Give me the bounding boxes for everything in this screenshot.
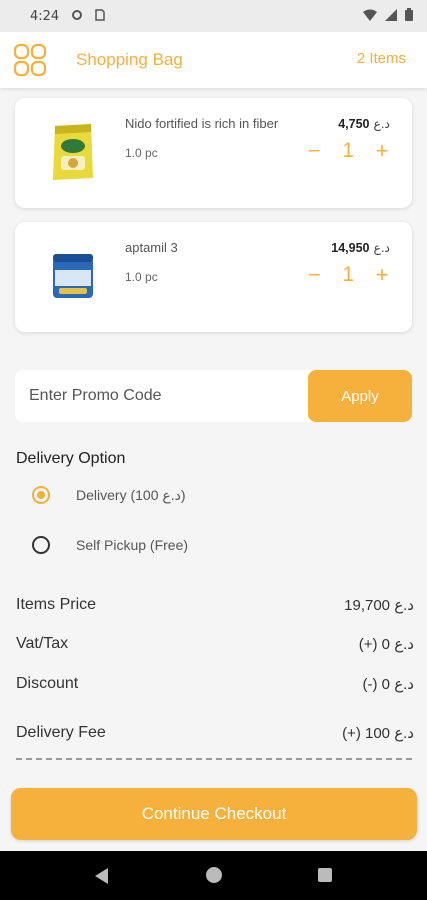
decrement-button[interactable]: −	[306, 138, 322, 164]
quantity-value: 1	[342, 139, 354, 162]
delivery-option-label: Self Pickup (Free)	[76, 537, 189, 553]
continue-checkout-button[interactable]: Continue Checkout	[11, 788, 417, 840]
discount-label: Discount	[16, 675, 79, 692]
system-nav-bar	[0, 851, 427, 900]
back-icon[interactable]	[95, 868, 108, 884]
summary-divider	[16, 758, 412, 760]
product-name: aptamil 3	[125, 240, 178, 255]
product-price: 14,950 د.ع	[331, 241, 390, 255]
promo-code-input[interactable]	[15, 370, 308, 422]
cart-item-card: aptamil 3 1.0 pc 14,950 د.ع − 1 +	[15, 222, 412, 332]
item-count: 2 Items	[356, 50, 406, 67]
quantity-stepper: − 1 +	[306, 138, 390, 164]
product-name: Nido fortified is rich in fiber	[125, 116, 279, 131]
increment-button[interactable]: +	[374, 262, 390, 288]
page-title: Shopping Bag	[76, 50, 183, 69]
apply-button[interactable]: Apply	[308, 370, 412, 422]
wifi-icon	[363, 8, 377, 24]
cart-item-card: Nido fortified is rich in fiber 1.0 pc 4…	[15, 98, 412, 208]
home-icon[interactable]	[206, 867, 222, 883]
radio-selected-icon[interactable]	[32, 486, 50, 504]
sim-icon	[95, 8, 105, 24]
quantity-stepper: − 1 +	[306, 262, 390, 288]
discount-row: Discount (-) 0 د.ع	[16, 675, 414, 693]
discount-value: (-) 0 د.ع	[362, 676, 414, 693]
radio-unselected-icon[interactable]	[32, 536, 50, 554]
status-time: 4:24	[30, 8, 60, 24]
decrement-button[interactable]: −	[306, 262, 322, 288]
delivery-option-self-pickup[interactable]: Self Pickup (Free)	[32, 536, 188, 554]
vat-label: Vat/Tax	[16, 635, 69, 652]
settings-icon	[71, 9, 83, 24]
product-price: 4,750 د.ع	[338, 117, 390, 131]
vat-row: Vat/Tax (+) 0 د.ع	[16, 635, 414, 653]
delivery-option-delivery[interactable]: Delivery (100 د.ع)	[32, 486, 186, 504]
product-unit: 1.0 pc	[125, 146, 158, 160]
app-bar: Shopping Bag 2 Items	[0, 32, 427, 88]
signal-icon	[385, 8, 397, 24]
promo-code-box: Apply	[15, 370, 412, 422]
delivery-option-label: Delivery (100 د.ع)	[76, 486, 186, 503]
items-price-value: 19,700 د.ع	[344, 597, 414, 614]
increment-button[interactable]: +	[374, 138, 390, 164]
cart-content[interactable]: Nido fortified is rich in fiber 1.0 pc 4…	[0, 88, 427, 770]
product-unit: 1.0 pc	[125, 270, 158, 284]
items-price-row: Items Price 19,700 د.ع	[16, 596, 414, 614]
vat-value: (+) 0 د.ع	[358, 636, 414, 653]
status-bar: 4:24	[0, 0, 427, 32]
quantity-value: 1	[342, 263, 354, 286]
battery-icon	[405, 8, 413, 24]
delivery-option-heading: Delivery Option	[16, 450, 126, 467]
delivery-fee-row: Delivery Fee (+) 100 د.ع	[16, 724, 414, 742]
recents-icon[interactable]	[318, 868, 332, 882]
items-price-label: Items Price	[16, 596, 97, 613]
product-image-aptamil	[45, 244, 101, 308]
delivery-fee-label: Delivery Fee	[16, 724, 106, 741]
status-right	[363, 8, 413, 24]
grid-menu-icon[interactable]	[13, 43, 47, 77]
product-image-nido	[45, 120, 101, 184]
delivery-fee-value: (+) 100 د.ع	[342, 725, 414, 742]
